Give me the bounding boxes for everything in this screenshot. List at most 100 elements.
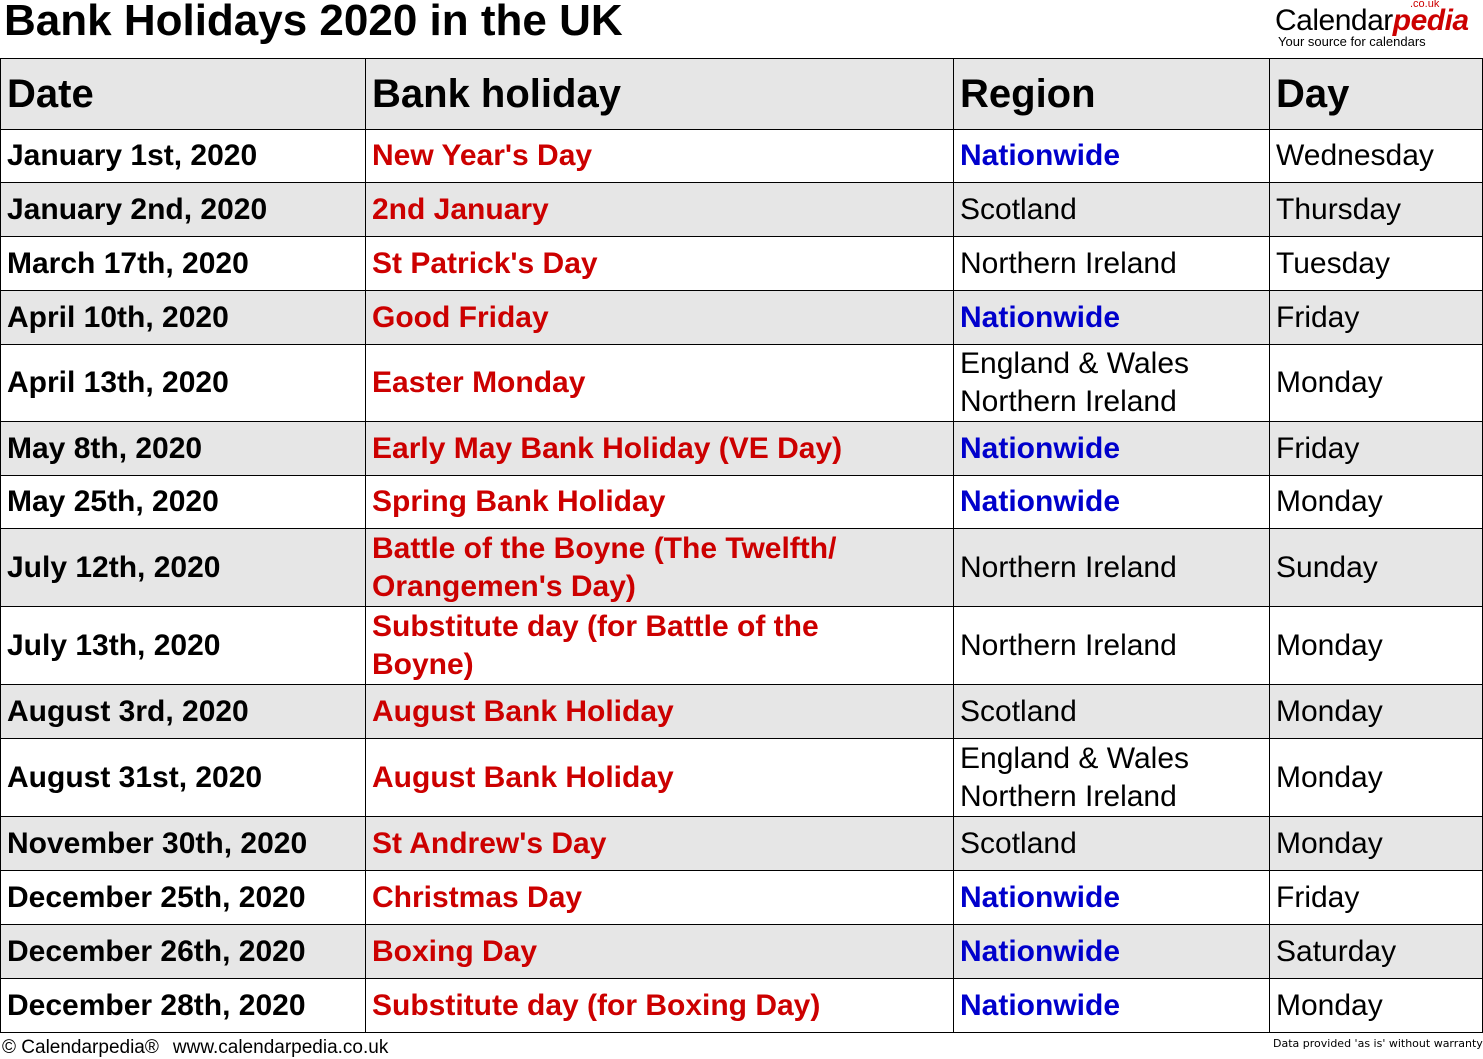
date-text: July 12th, 2020 — [7, 550, 221, 584]
date-text: May 8th, 2020 — [7, 431, 203, 465]
footer-left: © Calendarpedia® www.calendarpedia.co.uk — [2, 1037, 388, 1059]
table-row: January 1st, 2020 New Year's Day Nationwid… — [0, 129, 1483, 183]
region-cell: England & Wales Northern Ireland — [953, 738, 1270, 817]
day-text: Monday — [1276, 366, 1383, 399]
day-text: Monday — [1276, 826, 1383, 860]
region-text: Nationwide — [960, 880, 1121, 914]
day-cell: Thursday — [1269, 182, 1483, 237]
holiday-cell: August Bank Holiday — [365, 738, 954, 817]
holiday-text: Battle of the Boyne (The Twelfth/ — [372, 531, 837, 565]
logo-brand-accent: pedia — [1392, 4, 1469, 37]
region-cell: Nationwide — [953, 924, 1270, 979]
holiday-text: Good Friday — [372, 300, 549, 334]
logo-brand: Calendarpedia — [1275, 4, 1469, 38]
date-cell: August 3rd, 2020 — [0, 684, 366, 739]
region-text: Scotland — [960, 192, 1077, 226]
date-text: December 26th, 2020 — [7, 934, 306, 968]
day-cell: Monday — [1269, 475, 1483, 529]
date-cell: November 30th, 2020 — [0, 816, 366, 871]
region-cell: Scotland — [953, 684, 1270, 739]
date-text: January 2nd, 2020 — [7, 192, 268, 226]
date-text: November 30th, 2020 — [7, 826, 308, 860]
day-text: Friday — [1276, 300, 1360, 334]
day-cell: Monday — [1269, 978, 1483, 1033]
calendarpedia-logo[interactable]: .co.uk Calendarpedia Your source for cal… — [1265, 0, 1475, 52]
region-text: England & Wales — [960, 347, 1190, 380]
day-text: Wednesday — [1276, 139, 1434, 172]
day-text: Monday — [1276, 988, 1383, 1022]
region-cell: Scotland — [953, 816, 1270, 871]
holiday-cell: Substitute day (for Boxing Day) — [365, 978, 954, 1033]
holiday-text: August Bank Holiday — [372, 760, 674, 794]
holiday-cell: Christmas Day — [365, 870, 954, 925]
day-text: Friday — [1276, 880, 1360, 914]
table-row: July 12th, 2020 Battle of the Boyne (The … — [0, 528, 1483, 607]
day-cell: Wednesday — [1269, 129, 1483, 183]
table-row: August 31st, 2020 August Bank Holiday Engl… — [0, 738, 1483, 817]
table-row: December 26th, 2020 Boxing Day Nationwide S… — [0, 924, 1483, 979]
day-text: Saturday — [1276, 934, 1397, 968]
day-cell: Monday — [1269, 816, 1483, 871]
date-text: December 28th, 2020 — [7, 988, 306, 1022]
holiday-cell: August Bank Holiday — [365, 684, 954, 739]
header-region: Region — [953, 58, 1270, 130]
date-cell: January 2nd, 2020 — [0, 182, 366, 237]
table-row: May 25th, 2020 Spring Bank Holiday Nationw… — [0, 475, 1483, 529]
holiday-text: Substitute day (for Boxing Day) — [372, 988, 821, 1022]
holiday-cell: St Patrick's Day — [365, 236, 954, 291]
table-header-row: Date Bank holiday Region Day — [0, 58, 1483, 130]
date-cell: April 13th, 2020 — [0, 344, 366, 422]
region-cell: Northern Ireland — [953, 236, 1270, 291]
date-text: August 31st, 2020 — [7, 760, 263, 794]
region-cell: Northern Ireland — [953, 606, 1270, 685]
table-row: April 13th, 2020 Easter Monday England & W… — [0, 344, 1483, 422]
holiday-text: New Year's Day — [372, 139, 593, 172]
day-cell: Monday — [1269, 606, 1483, 685]
footer-url-link[interactable]: www.calendarpedia.co.uk — [173, 1037, 388, 1058]
table-row: December 25th, 2020 Christmas Day Nationwi… — [0, 870, 1483, 925]
day-cell: Friday — [1269, 421, 1483, 476]
day-cell: Tuesday — [1269, 236, 1483, 291]
region-text-line2: Northern Ireland — [960, 385, 1177, 418]
date-cell: April 10th, 2020 — [0, 290, 366, 345]
date-cell: December 28th, 2020 — [0, 978, 366, 1033]
holiday-text: St Andrew's Day — [372, 826, 607, 860]
date-text: April 13th, 2020 — [7, 366, 229, 399]
day-cell: Saturday — [1269, 924, 1483, 979]
day-cell: Monday — [1269, 344, 1483, 422]
region-text: England & Wales — [960, 741, 1190, 775]
region-text: Northern Ireland — [960, 246, 1177, 280]
date-cell: January 1st, 2020 — [0, 129, 366, 183]
date-text: August 3rd, 2020 — [7, 694, 249, 728]
day-cell: Friday — [1269, 290, 1483, 345]
holiday-text: St Patrick's Day — [372, 246, 598, 280]
date-cell: August 31st, 2020 — [0, 738, 366, 817]
logo-brand-main: Calendar — [1275, 4, 1393, 37]
holiday-text: Christmas Day — [372, 880, 583, 914]
region-text: Nationwide — [960, 139, 1121, 172]
table-row: December 28th, 2020 Substitute day (for B… — [0, 978, 1483, 1033]
holiday-text: August Bank Holiday — [372, 694, 674, 728]
region-cell: England & Wales Northern Ireland — [953, 344, 1270, 422]
date-cell: May 8th, 2020 — [0, 421, 366, 476]
holiday-cell: New Year's Day — [365, 129, 954, 183]
table-row: July 13th, 2020 Substitute day (for Battl… — [0, 606, 1483, 685]
date-text: March 17th, 2020 — [7, 246, 249, 280]
region-text: Northern Ireland — [960, 628, 1177, 662]
date-cell: July 12th, 2020 — [0, 528, 366, 607]
holiday-cell: Battle of the Boyne (The Twelfth/Orangem… — [365, 528, 954, 607]
date-text: July 13th, 2020 — [7, 628, 221, 662]
region-cell: Northern Ireland — [953, 528, 1270, 607]
table-row: August 3rd, 2020 August Bank Holiday Scotl… — [0, 684, 1483, 739]
holiday-cell: Easter Monday — [365, 344, 954, 422]
holiday-text: Substitute day (for Battle of the — [372, 609, 819, 643]
table-row: April 10th, 2020 Good Friday Nationwide Fri… — [0, 290, 1483, 345]
date-cell: December 25th, 2020 — [0, 870, 366, 925]
date-cell: May 25th, 2020 — [0, 475, 366, 529]
holiday-cell: Substitute day (for Battle of the Boyne) — [365, 606, 954, 685]
holiday-text: Boxing Day — [372, 934, 538, 968]
date-text: May 25th, 2020 — [7, 485, 219, 518]
holiday-cell: Boxing Day — [365, 924, 954, 979]
holiday-cell: Spring Bank Holiday — [365, 475, 954, 529]
day-text: Tuesday — [1276, 246, 1390, 280]
